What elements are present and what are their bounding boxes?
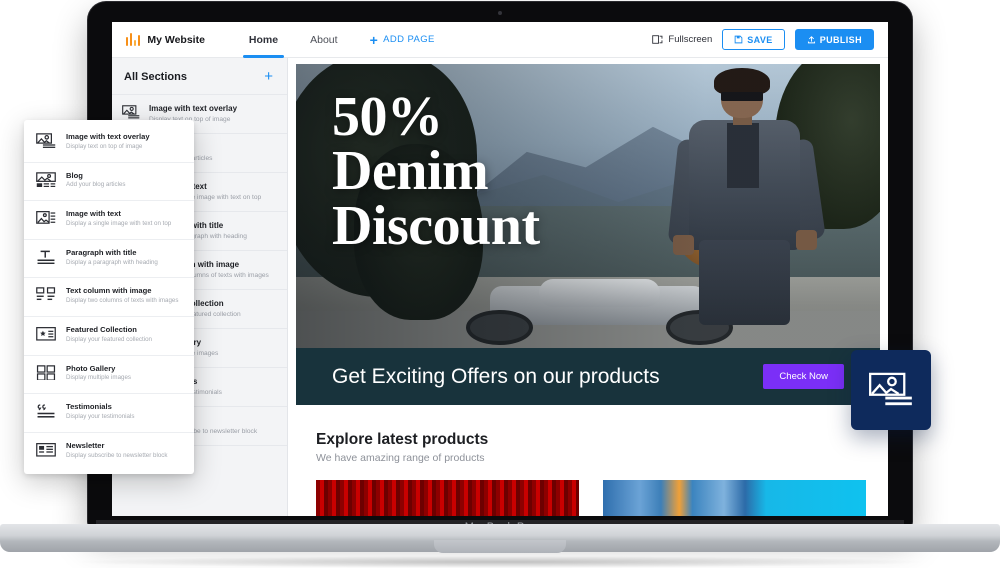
dropdown-item-title: Testimonials <box>66 402 112 412</box>
add-page-button[interactable]: + ADD PAGE <box>370 33 435 47</box>
dropdown-item[interactable]: Image with text overlay Display text on t… <box>24 124 194 162</box>
dropdown-item-title: Photo Gallery <box>66 363 116 373</box>
photo-gallery-icon <box>36 364 56 386</box>
check-now-button[interactable]: Check Now <box>763 364 844 389</box>
blog-icon <box>36 171 56 193</box>
fullscreen-icon <box>652 35 663 44</box>
dropdown-item-desc: Display your testimonials <box>66 413 135 421</box>
dropdown-item-title: Featured Collection <box>66 324 137 334</box>
tab-home[interactable]: Home <box>233 22 294 58</box>
brand[interactable]: My Website <box>126 33 205 46</box>
fullscreen-label: Fullscreen <box>668 34 713 45</box>
dropdown-item[interactable]: Featured Collection Display your featured… <box>24 315 194 355</box>
cta-banner[interactable]: Get Exciting Offers on our products Chec… <box>296 348 880 405</box>
image-text-overlay-icon <box>36 133 56 154</box>
dropdown-item[interactable]: Newsletter Display subscribe to newslette… <box>24 431 194 471</box>
page-tabs: Home About + ADD PAGE <box>233 22 435 58</box>
hero-line-1: 50% <box>332 86 443 148</box>
laptop-notch <box>434 540 566 553</box>
text-column-image-icon <box>36 287 56 308</box>
page-canvas: 50% Denim Discount Get Exciting Offers o… <box>288 58 888 516</box>
floating-section-badge <box>851 350 931 430</box>
dropdown-item-title: Text column with image <box>66 286 152 296</box>
laptop-shadow <box>70 556 930 568</box>
sidebar-header: All Sections + <box>112 58 287 94</box>
dropdown-item-title: Image with text overlay <box>66 132 150 141</box>
publish-upload-icon <box>807 36 815 44</box>
dropdown-item[interactable]: Photo Gallery Display multiple images <box>24 354 194 394</box>
paragraph-title-icon <box>36 249 56 270</box>
testimonials-icon <box>36 403 56 424</box>
publish-label: PUBLISH <box>819 34 862 45</box>
dropdown-item[interactable]: Text column with image Display two column… <box>24 277 194 316</box>
image-text-overlay-icon <box>869 372 912 406</box>
save-disk-icon <box>734 35 743 44</box>
dropdown-item[interactable]: Blog Add your blog articles <box>24 161 194 201</box>
dropdown-item[interactable]: Testimonials Display your testimonials <box>24 393 194 432</box>
dropdown-item[interactable]: Image with text Display a single image wi… <box>24 200 194 239</box>
save-label: SAVE <box>747 34 773 45</box>
dropdown-item-desc: Display your featured collection <box>66 335 152 343</box>
newsletter-icon <box>36 442 56 463</box>
plus-icon: + <box>369 31 379 48</box>
hero-line-2: Denim <box>332 140 489 203</box>
product-grid <box>316 480 880 516</box>
screenshot-stage: My Website Home About + ADD PAGE Fullscr… <box>0 0 1000 568</box>
brand-name: My Website <box>147 33 205 46</box>
dropdown-item[interactable]: Paragraph with title Display a paragraph … <box>24 238 194 278</box>
cta-text: Get Exciting Offers on our products <box>332 364 660 388</box>
dropdown-item-title: Image with text <box>66 209 121 219</box>
tab-home-label: Home <box>248 33 279 46</box>
dropdown-item-desc: Add your blog articles <box>66 181 126 189</box>
sidebar-item-title: Image with text overlay <box>149 104 238 113</box>
product-card-blue[interactable] <box>603 480 866 516</box>
topbar-actions: Fullscreen SAVE PUBLISH <box>652 29 874 50</box>
dropdown-item-title: Blog <box>66 170 83 180</box>
fullscreen-button[interactable]: Fullscreen <box>652 34 712 45</box>
hero-line-3: Discount <box>332 194 540 257</box>
dropdown-item-desc: Display two columns of texts with images <box>66 297 179 305</box>
app-topbar: My Website Home About + ADD PAGE Fullscr… <box>112 22 888 58</box>
image-with-text-icon <box>36 210 56 231</box>
webcam-icon <box>498 11 502 15</box>
tab-about[interactable]: About <box>294 22 353 58</box>
hero-headline: 50% Denim Discount <box>332 86 540 257</box>
save-button[interactable]: SAVE <box>722 29 785 50</box>
dropdown-item-desc: Display text on top of image <box>66 142 143 150</box>
explore-section: Explore latest products We have amazing … <box>288 405 888 516</box>
explore-subtitle: We have amazing range of products <box>316 452 485 464</box>
add-page-label: ADD PAGE <box>383 34 435 45</box>
product-card-red[interactable] <box>316 480 579 516</box>
dropdown-item-title: Paragraph with title <box>66 247 137 257</box>
tab-about-label: About <box>310 33 338 46</box>
laptop-screen: My Website Home About + ADD PAGE Fullscr… <box>112 22 888 516</box>
workspace: All Sections + Image with text overlay Di… <box>112 58 888 516</box>
dropdown-item-desc: Display multiple images <box>66 374 131 382</box>
equalizer-bars-logo-icon <box>126 33 141 46</box>
sidebar-title: All Sections <box>124 70 187 83</box>
add-section-plus-icon[interactable]: + <box>264 69 273 84</box>
explore-title: Explore latest products <box>316 431 489 448</box>
dropdown-item-desc: Display a single image with text on top <box>66 220 172 228</box>
dropdown-item-desc: Display subscribe to newsletter block <box>66 451 168 459</box>
publish-button[interactable]: PUBLISH <box>794 29 874 50</box>
featured-collection-icon <box>36 326 56 347</box>
hero-section[interactable]: 50% Denim Discount <box>296 64 880 348</box>
dropdown-item-desc: Display a paragraph with heading <box>66 258 158 266</box>
dropdown-item-title: Newsletter <box>66 440 105 450</box>
section-picker-dropdown: Image with text overlay Display text on t… <box>24 120 194 475</box>
